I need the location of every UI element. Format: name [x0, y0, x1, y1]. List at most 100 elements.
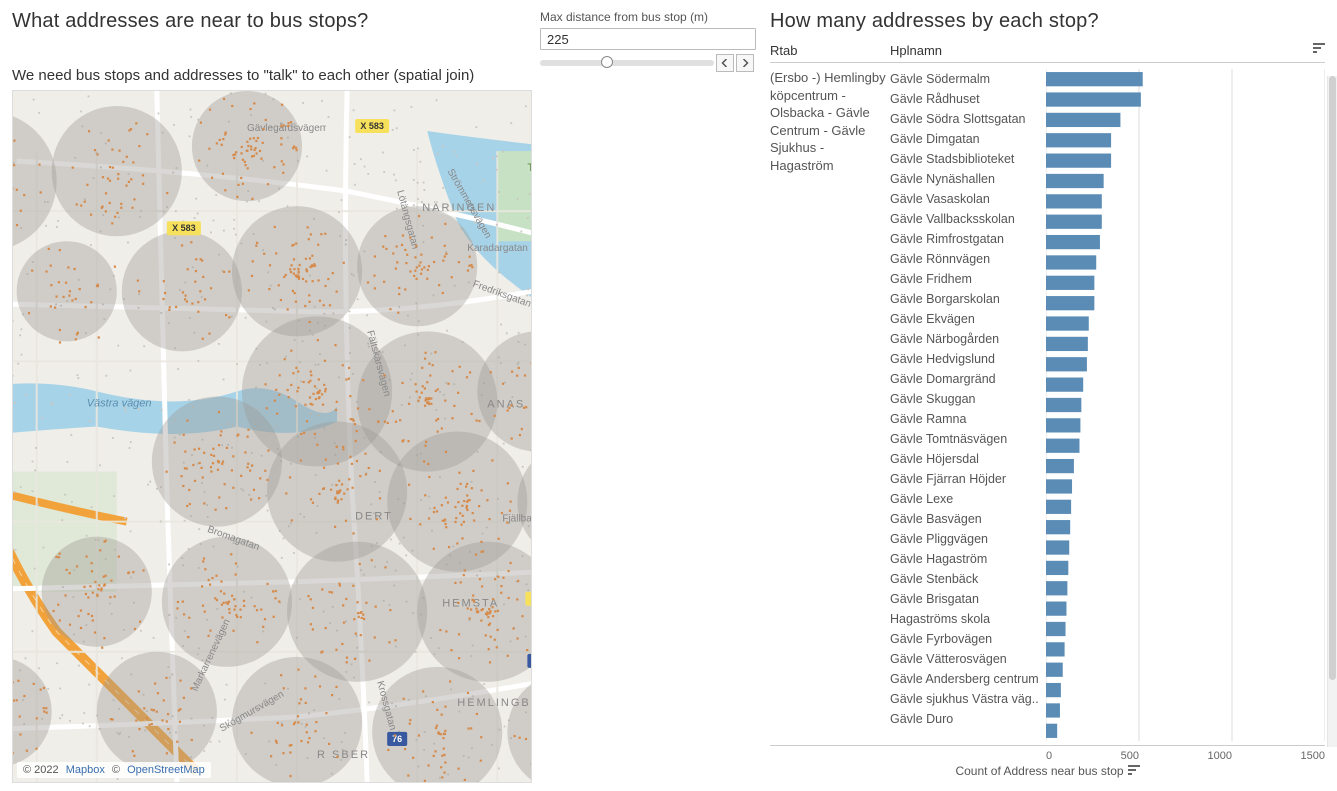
sort-icon[interactable]	[1128, 764, 1140, 778]
hplnamn-label[interactable]: Gävle Fjärran Höjder	[890, 469, 1046, 489]
bar[interactable]	[1046, 418, 1080, 432]
step-next-button[interactable]	[736, 54, 754, 72]
lbl-vastra: Västra vägen	[87, 397, 152, 409]
link-mapbox[interactable]: Mapbox	[66, 764, 105, 776]
axis-tick: 0	[1046, 750, 1052, 762]
bar[interactable]	[1046, 72, 1143, 86]
param-input[interactable]	[540, 28, 756, 50]
col-header-hplnamn[interactable]: Hplnamn	[890, 43, 1046, 58]
slider-thumb[interactable]	[601, 56, 613, 68]
hplnamn-label[interactable]: Gävle Rönnvägen	[890, 249, 1046, 269]
shield-76: 76	[392, 734, 402, 744]
bar[interactable]	[1046, 316, 1089, 330]
hplnamn-label[interactable]: Gävle Hagaström	[890, 549, 1046, 569]
lbl-anas: ANAS	[487, 398, 525, 410]
lbl-rysberg: R SBER	[317, 749, 370, 761]
hplnamn-label[interactable]: Gävle Duro	[890, 709, 1046, 729]
lbl-hemsta: HEMSTA	[442, 598, 499, 610]
hplnamn-label[interactable]: Gävle Domargränd	[890, 369, 1046, 389]
bar[interactable]	[1046, 642, 1065, 656]
map-attribution: © 2022 Mapbox © OpenStreetMap	[17, 762, 211, 778]
bar[interactable]	[1046, 337, 1088, 351]
bar[interactable]	[1046, 540, 1069, 554]
hplnamn-label[interactable]: Gävle Rådhuset	[890, 89, 1046, 109]
bar[interactable]	[1046, 276, 1094, 290]
bar[interactable]	[1046, 133, 1111, 147]
axis-tick: 1500	[1301, 750, 1325, 762]
lbl-gavle: Gävlegårdsvägen	[247, 122, 325, 134]
hplnamn-label[interactable]: Gävle Tomtnäsvägen	[890, 429, 1046, 449]
bar[interactable]	[1046, 174, 1104, 188]
hplnamn-label[interactable]: Gävle Skuggan	[890, 389, 1046, 409]
bar[interactable]	[1046, 215, 1102, 229]
hplnamn-label[interactable]: Gävle Rimfrostgatan	[890, 229, 1046, 249]
hplnamn-label[interactable]: Gävle Pliggvägen	[890, 529, 1046, 549]
bar[interactable]	[1046, 459, 1074, 473]
hplnamn-label[interactable]: Gävle Ramna	[890, 409, 1046, 429]
hplnamn-label[interactable]: Gävle Dimgatan	[890, 129, 1046, 149]
lbl-testebo: Testeboåns delta	[527, 162, 531, 174]
hplnamn-label[interactable]: Gävle Södra Slottsgatan	[890, 109, 1046, 129]
bar[interactable]	[1046, 398, 1081, 412]
link-osm[interactable]: OpenStreetMap	[127, 764, 205, 776]
sort-icon[interactable]	[1313, 43, 1325, 58]
hplnamn-label[interactable]: Gävle Södermalm	[890, 69, 1046, 89]
bar[interactable]	[1046, 255, 1096, 269]
hplnamn-label[interactable]: Gävle sjukhus Västra väg..	[890, 689, 1046, 709]
hplnamn-label[interactable]: Gävle Hedvigslund	[890, 349, 1046, 369]
left-subtitle: We need bus stops and addresses to "talk…	[12, 67, 532, 84]
bar[interactable]	[1046, 113, 1120, 127]
bar[interactable]	[1046, 479, 1072, 493]
hplnamn-label[interactable]: Gävle Borgarskolan	[890, 289, 1046, 309]
step-prev-button[interactable]	[716, 54, 734, 72]
hplnamn-label[interactable]: Gävle Vasaskolan	[890, 189, 1046, 209]
right-title: How many addresses by each stop?	[770, 10, 1325, 33]
bar[interactable]	[1046, 602, 1066, 616]
bar[interactable]	[1046, 581, 1067, 595]
bar[interactable]	[1046, 92, 1141, 106]
bar[interactable]	[1046, 703, 1060, 717]
hplnamn-label[interactable]: Gävle Stadsbiblioteket	[890, 149, 1046, 169]
bar[interactable]	[1046, 724, 1057, 738]
param-label: Max distance from bus stop (m)	[540, 10, 754, 24]
bar[interactable]	[1046, 154, 1111, 168]
axis-tick: 500	[1121, 750, 1139, 762]
bar[interactable]	[1046, 439, 1079, 453]
hplnamn-label[interactable]: Gävle Vätterosvägen	[890, 649, 1046, 669]
bar[interactable]	[1046, 378, 1083, 392]
hplnamn-label[interactable]: Gävle Vallbacksskolan	[890, 209, 1046, 229]
lbl-hemlingby: HEMLINGBY	[457, 697, 531, 709]
hplnamn-label[interactable]: Gävle Basvägen	[890, 509, 1046, 529]
hplnamn-label[interactable]: Gävle Fridhem	[890, 269, 1046, 289]
bar[interactable]	[1046, 663, 1063, 677]
col-header-rtab[interactable]: Rtab	[770, 43, 890, 58]
scrollbar[interactable]	[1327, 76, 1337, 747]
hplnamn-label[interactable]: Gävle Nynäshallen	[890, 169, 1046, 189]
param-slider[interactable]	[540, 60, 714, 66]
hplnamn-label[interactable]: Gävle Stenbäck	[890, 569, 1046, 589]
lbl-naringen: NÄRINGEN	[422, 202, 496, 214]
bar[interactable]	[1046, 235, 1100, 249]
hplnamn-label[interactable]: Gävle Andersberg centrum	[890, 669, 1046, 689]
rtab-cell: (Ersbo -) Hemlingby köpcentrum - Olsback…	[770, 69, 890, 741]
bar[interactable]	[1046, 357, 1087, 371]
hplnamn-label[interactable]: Gävle Lexe	[890, 489, 1046, 509]
bar[interactable]	[1046, 622, 1066, 636]
map-viz[interactable]: X 583 X 583 X 583 X 533 E4 E4 E4 E16 E16…	[12, 90, 532, 783]
axis-label: Count of Address near bus stop	[955, 764, 1123, 778]
bar[interactable]	[1046, 194, 1102, 208]
left-title: What addresses are near to bus stops?	[12, 10, 532, 33]
bar[interactable]	[1046, 683, 1061, 697]
shield-x583b: X 583	[172, 223, 196, 233]
bar[interactable]	[1046, 500, 1071, 514]
hplnamn-label[interactable]: Gävle Höjersdal	[890, 449, 1046, 469]
bar[interactable]	[1046, 296, 1094, 310]
shield-x583: X 583	[360, 121, 384, 131]
hplnamn-label[interactable]: Gävle Ekvägen	[890, 309, 1046, 329]
bar[interactable]	[1046, 520, 1070, 534]
hplnamn-label[interactable]: Gävle Fyrbovägen	[890, 629, 1046, 649]
hplnamn-label[interactable]: Gävle Närbogården	[890, 329, 1046, 349]
hplnamn-label[interactable]: Hagaströms skola	[890, 609, 1046, 629]
bar[interactable]	[1046, 561, 1068, 575]
hplnamn-label[interactable]: Gävle Brisgatan	[890, 589, 1046, 609]
